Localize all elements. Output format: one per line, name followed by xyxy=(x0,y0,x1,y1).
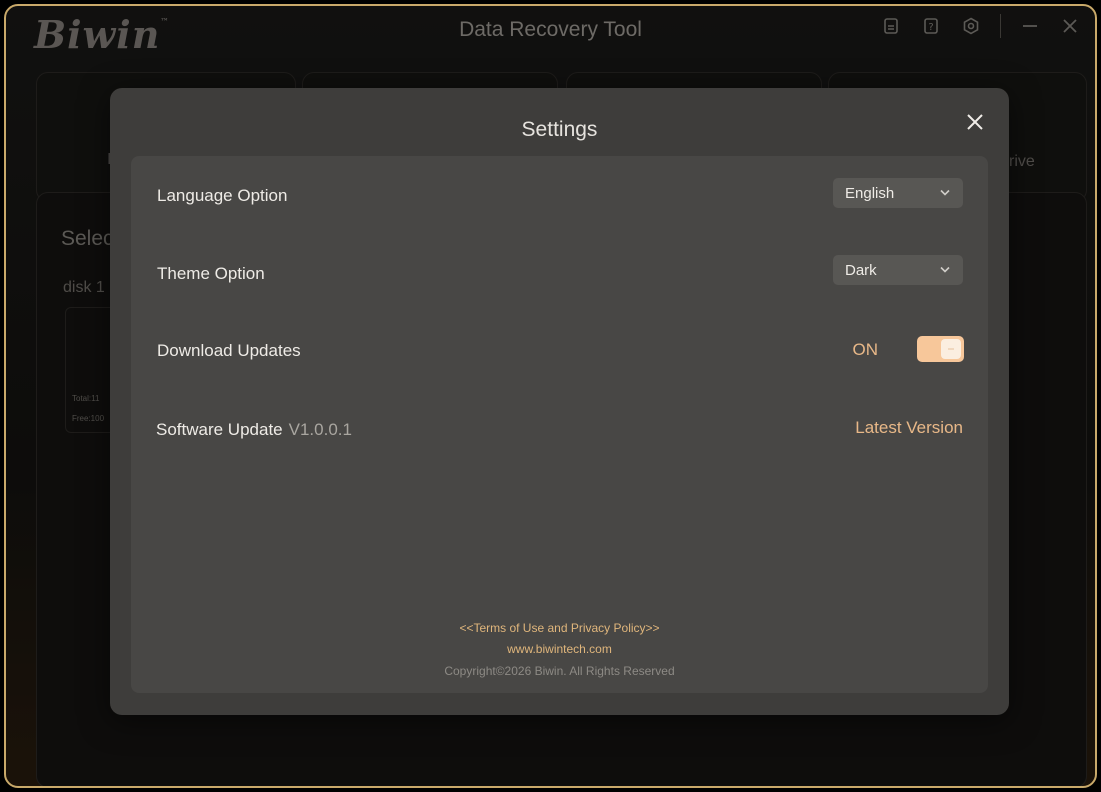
settings-dialog: Settings Language Option English Theme O… xyxy=(110,88,1009,715)
language-select[interactable]: English xyxy=(833,178,963,208)
download-updates-toggle[interactable] xyxy=(917,336,964,362)
download-updates-label: Download Updates xyxy=(157,341,301,360)
language-select-value: English xyxy=(845,184,895,202)
chevron-down-icon xyxy=(940,266,950,273)
software-version: V1.0.0.1 xyxy=(288,420,352,439)
copyright-text: Copyright©2026 Biwin. All Rights Reserve… xyxy=(444,664,675,678)
chevron-down-icon xyxy=(940,189,950,196)
latest-version-status[interactable]: Latest Version xyxy=(855,418,963,438)
theme-option-label: Theme Option xyxy=(157,264,265,283)
terms-privacy-link[interactable]: <<Terms of Use and Privacy Policy>> xyxy=(131,621,988,635)
toggle-knob xyxy=(941,339,961,359)
software-update-row: Software Update V1.0.0.1 xyxy=(156,420,352,440)
language-option-label: Language Option xyxy=(157,186,288,205)
settings-title: Settings xyxy=(521,118,598,141)
theme-select-value: Dark xyxy=(845,261,877,279)
website-link[interactable]: www.biwintech.com xyxy=(131,642,988,656)
close-icon xyxy=(967,114,983,130)
download-updates-state: ON xyxy=(852,340,879,359)
settings-panel: Language Option English Theme Option Dar… xyxy=(131,156,988,693)
software-update-label: Software Update xyxy=(156,420,283,439)
settings-close-button[interactable] xyxy=(963,110,987,134)
theme-select[interactable]: Dark xyxy=(833,255,963,285)
